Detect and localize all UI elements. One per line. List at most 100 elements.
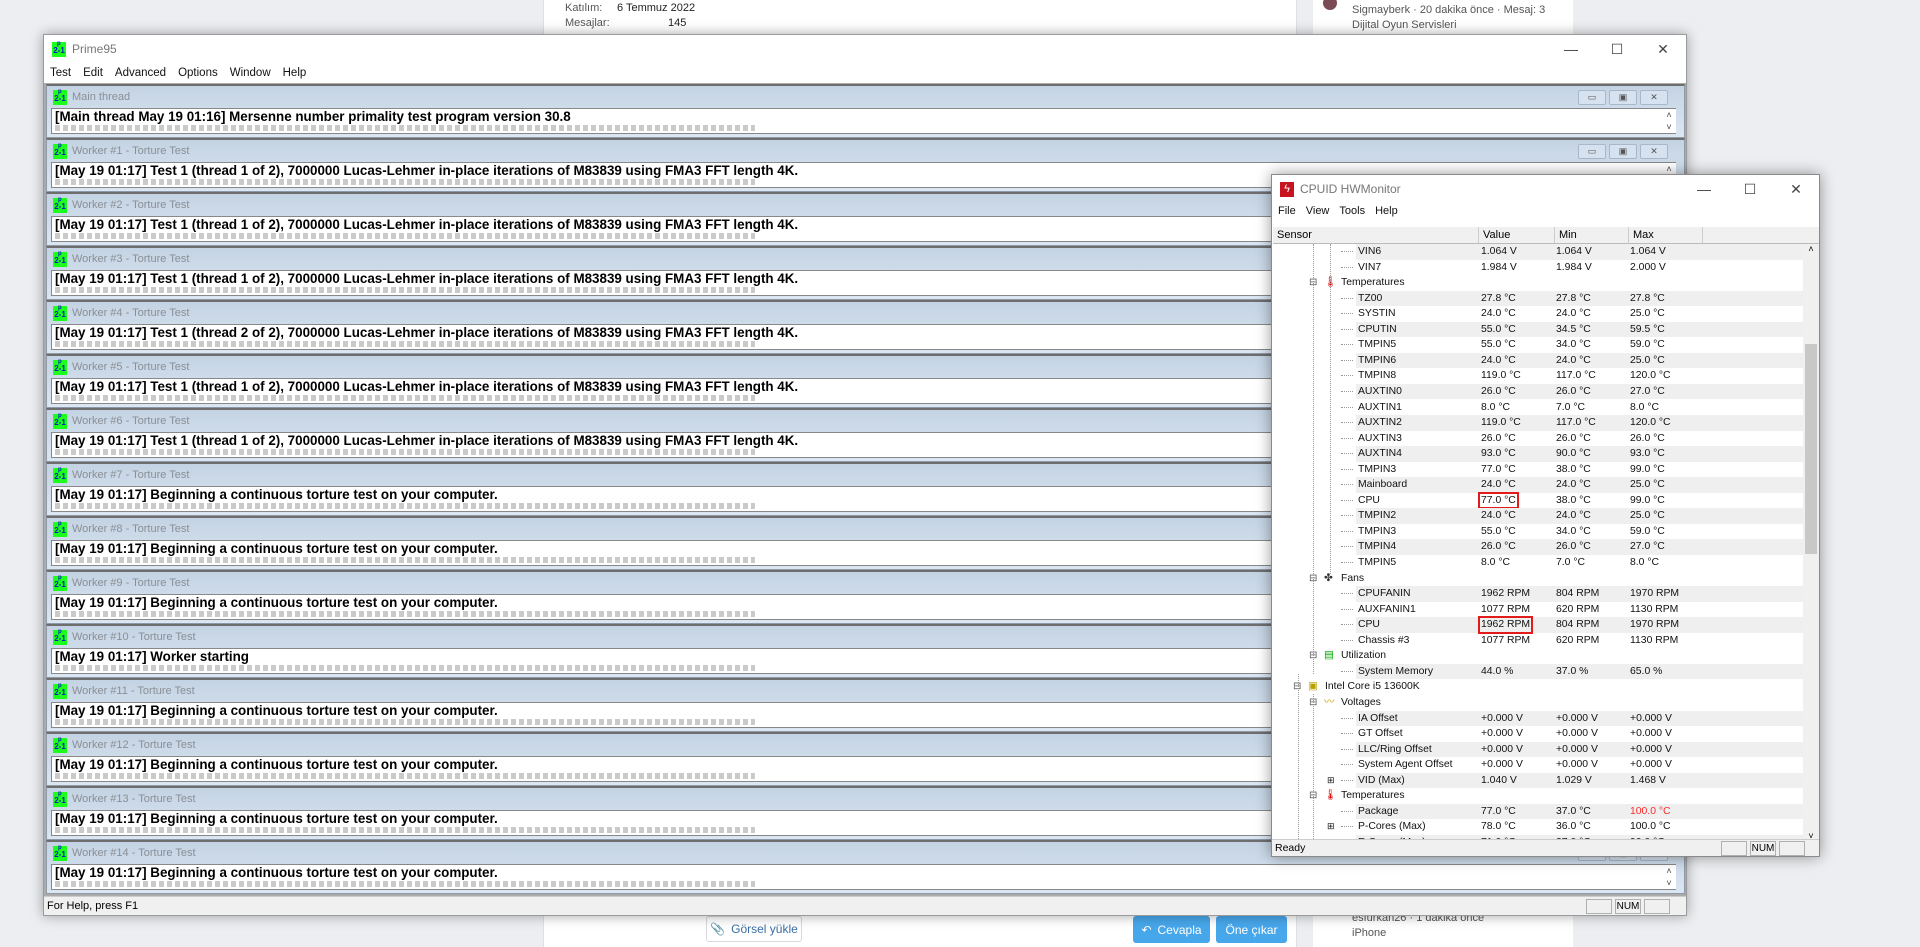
sensor-row[interactable]: TZ00 27.8 °C 27.8 °C 27.8 °C xyxy=(1273,290,1803,307)
sensor-row[interactable]: TMPIN8 119.0 °C 117.0 °C 120.0 °C xyxy=(1273,368,1803,384)
expand-icon[interactable]: ⊞ xyxy=(1327,819,1335,835)
menu-help[interactable]: Help xyxy=(1375,205,1398,217)
child-titlebar[interactable]: 2-1 Worker #1 - Torture Test ▭▣✕ xyxy=(47,140,1684,162)
minimize-button[interactable]: ▭ xyxy=(1578,89,1606,105)
scrollbar-thumb[interactable] xyxy=(1805,344,1817,554)
sensor-row[interactable]: CPU 1962 RPM 804 RPM 1970 RPM xyxy=(1273,616,1803,634)
sensor-group[interactable]: ⊟ ▣ Intel Core i5 13600K xyxy=(1273,679,1803,695)
log-line-partial xyxy=(55,341,755,347)
menu-file[interactable]: File xyxy=(1278,205,1296,217)
sensor-max: 100.0 °C xyxy=(1630,805,1671,817)
sensor-row[interactable]: CPUFANIN 1962 RPM 804 RPM 1970 RPM xyxy=(1273,586,1803,602)
upload-image-button[interactable]: 📎 Görsel yükle xyxy=(706,916,802,942)
menu-edit[interactable]: Edit xyxy=(83,67,103,79)
log-scrollbar[interactable]: ˄˅ xyxy=(1662,865,1676,889)
sensor-row[interactable]: AUXTIN2 119.0 °C 117.0 °C 120.0 °C xyxy=(1273,415,1803,431)
sensor-row[interactable]: IA Offset +0.000 V +0.000 V +0.000 V xyxy=(1273,710,1803,726)
sensor-row[interactable]: SYSTIN 24.0 °C 24.0 °C 25.0 °C xyxy=(1273,306,1803,322)
restore-button[interactable]: ▣ xyxy=(1609,89,1637,105)
log-output[interactable]: [May 19 01:17] Beginning a continuous to… xyxy=(51,864,1676,890)
sensor-min: +0.000 V xyxy=(1556,712,1598,724)
feature-button[interactable]: Öne çıkar xyxy=(1216,916,1287,943)
scroll-up-arrow[interactable]: ˄ xyxy=(1803,244,1819,254)
sensor-row[interactable]: Mainboard 24.0 °C 24.0 °C 25.0 °C xyxy=(1273,477,1803,493)
sensor-row[interactable]: TMPIN5 55.0 °C 34.0 °C 59.0 °C xyxy=(1273,337,1803,353)
thread-forum[interactable]: Dijital Oyun Servisleri xyxy=(1352,19,1457,31)
sensor-row[interactable]: Chassis #3 1077 RPM 620 RPM 1130 RPM xyxy=(1273,633,1803,649)
sensor-group[interactable]: ⊟ ✤ Fans xyxy=(1273,571,1803,587)
sensor-row[interactable]: AUXTIN0 26.0 °C 26.0 °C 27.0 °C xyxy=(1273,383,1803,400)
column-max[interactable]: Max xyxy=(1629,227,1703,243)
menu-view[interactable]: View xyxy=(1306,205,1330,217)
sensor-row[interactable]: TMPIN3 55.0 °C 34.0 °C 59.0 °C xyxy=(1273,524,1803,540)
sensor-group[interactable]: ⊟ 〰 Voltages xyxy=(1273,695,1803,711)
sensor-row[interactable]: System Memory 44.0 % 37.0 % 65.0 % xyxy=(1273,663,1803,680)
sensor-tree[interactable]: VIN6 1.064 V 1.064 V 1.064 V VIN7 1.984 V 1.98… xyxy=(1273,244,1803,841)
sensor-row[interactable]: TMPIN3 77.0 °C 38.0 °C 99.0 °C xyxy=(1273,462,1803,478)
sensor-row[interactable]: AUXTIN4 93.0 °C 90.0 °C 93.0 °C xyxy=(1273,446,1803,462)
sensor-group[interactable]: ⊟ 🌡 Temperatures xyxy=(1273,788,1803,804)
sensor-row[interactable]: TMPIN4 26.0 °C 26.0 °C 27.0 °C xyxy=(1273,539,1803,555)
main-thread-window[interactable]: 2-1 Main thread ▭▣✕ [Main thread May 19 01:… xyxy=(46,84,1685,138)
expand-icon[interactable]: ⊞ xyxy=(1327,773,1335,789)
menu-window[interactable]: Window xyxy=(230,67,271,79)
close-button[interactable]: ✕ xyxy=(1773,181,1819,198)
sensor-row[interactable]: LLC/Ring Offset +0.000 V +0.000 V +0.000 V xyxy=(1273,741,1803,758)
child-title: Worker #13 - Torture Test xyxy=(72,793,196,805)
minimize-button[interactable]: — xyxy=(1681,181,1727,198)
menu-advanced[interactable]: Advanced xyxy=(115,67,166,79)
maximize-button[interactable]: ☐ xyxy=(1727,181,1773,198)
sensor-row[interactable]: VIN6 1.064 V 1.064 V 1.064 V xyxy=(1273,244,1803,260)
sensor-row[interactable]: AUXFANIN1 1077 RPM 620 RPM 1130 RPM xyxy=(1273,602,1803,618)
minimize-button[interactable]: ▭ xyxy=(1578,143,1606,159)
prime95-icon: 2-1 xyxy=(53,88,67,105)
sensor-row[interactable]: TMPIN6 24.0 °C 24.0 °C 25.0 °C xyxy=(1273,352,1803,369)
menu-help[interactable]: Help xyxy=(283,67,307,79)
sensor-row[interactable]: System Agent Offset +0.000 V +0.000 V +0.00… xyxy=(1273,757,1803,773)
column-value[interactable]: Value xyxy=(1479,227,1555,243)
sensor-row[interactable]: VIN7 1.984 V 1.984 V 2.000 V xyxy=(1273,260,1803,276)
log-output[interactable]: [Main thread May 19 01:16] Mersenne numb… xyxy=(51,108,1676,134)
sensor-min: 620 RPM xyxy=(1556,603,1600,615)
reply-button[interactable]: ↶ Cevapla xyxy=(1133,916,1210,943)
close-button[interactable]: ✕ xyxy=(1640,41,1686,58)
minimize-button[interactable]: — xyxy=(1548,41,1594,58)
close-button[interactable]: ✕ xyxy=(1640,143,1668,159)
sensor-row[interactable]: TMPIN5 8.0 °C 7.0 °C 8.0 °C xyxy=(1273,555,1803,571)
column-sensor[interactable]: Sensor xyxy=(1273,227,1479,243)
menu-tools[interactable]: Tools xyxy=(1339,205,1365,217)
sensor-row[interactable]: GT Offset +0.000 V +0.000 V +0.000 V xyxy=(1273,726,1803,742)
sensor-row[interactable]: CPUTIN 55.0 °C 34.5 °C 59.5 °C xyxy=(1273,321,1803,338)
sensor-min: 117.0 °C xyxy=(1556,370,1596,382)
sensor-name: TMPIN5 xyxy=(1358,557,1397,568)
sensor-row[interactable]: ⊞ P-Cores (Max) 78.0 °C 36.0 °C 100.0 °C xyxy=(1273,819,1803,835)
sensor-row[interactable]: Package 77.0 °C 37.0 °C 100.0 °C xyxy=(1273,803,1803,820)
sensor-row[interactable]: ⊞ VID (Max) 1.040 V 1.029 V 1.468 V xyxy=(1273,772,1803,789)
sensor-value: 27.8 °C xyxy=(1481,292,1516,304)
sensor-min: 24.0 °C xyxy=(1556,479,1591,491)
child-title: Worker #8 - Torture Test xyxy=(72,523,190,535)
sensor-row[interactable]: CPU 77.0 °C 38.0 °C 99.0 °C xyxy=(1273,491,1803,510)
menu-options[interactable]: Options xyxy=(178,67,218,79)
sensor-group[interactable]: ⊟ ▤ Utilization xyxy=(1273,648,1803,664)
column-min[interactable]: Min xyxy=(1555,227,1629,243)
close-button[interactable]: ✕ xyxy=(1640,89,1668,105)
sensor-name: TMPIN5 xyxy=(1358,339,1397,351)
restore-button[interactable]: ▣ xyxy=(1609,143,1637,159)
thread-forum-bottom[interactable]: iPhone xyxy=(1352,927,1386,939)
child-titlebar[interactable]: 2-1 Main thread ▭▣✕ xyxy=(47,86,1684,108)
maximize-button[interactable]: ☐ xyxy=(1594,41,1640,58)
menu-test[interactable]: Test xyxy=(50,67,71,79)
thread-meta[interactable]: Sigmayberk · 20 dakika önce · Mesaj: 3 xyxy=(1352,4,1545,16)
sensor-row[interactable]: TMPIN2 24.0 °C 24.0 °C 25.0 °C xyxy=(1273,508,1803,524)
vertical-scrollbar[interactable]: ˄ ˅ xyxy=(1803,244,1819,841)
sensor-row[interactable]: AUXTIN3 26.0 °C 26.0 °C 26.0 °C xyxy=(1273,431,1803,447)
tree-connector xyxy=(1341,593,1353,595)
prime95-titlebar[interactable]: 2-1 Prime95 —☐✕ xyxy=(44,35,1686,63)
hwmonitor-titlebar[interactable]: ϟ CPUID HWMonitor — ☐ ✕ xyxy=(1272,175,1819,203)
sensor-row[interactable]: AUXTIN1 8.0 °C 7.0 °C 8.0 °C xyxy=(1273,400,1803,416)
log-line-partial xyxy=(55,557,755,563)
tree-connector xyxy=(1341,826,1353,828)
sensor-group[interactable]: ⊟ 🌡 Temperatures xyxy=(1273,275,1803,291)
log-scrollbar[interactable]: ˄˅ xyxy=(1662,109,1676,133)
